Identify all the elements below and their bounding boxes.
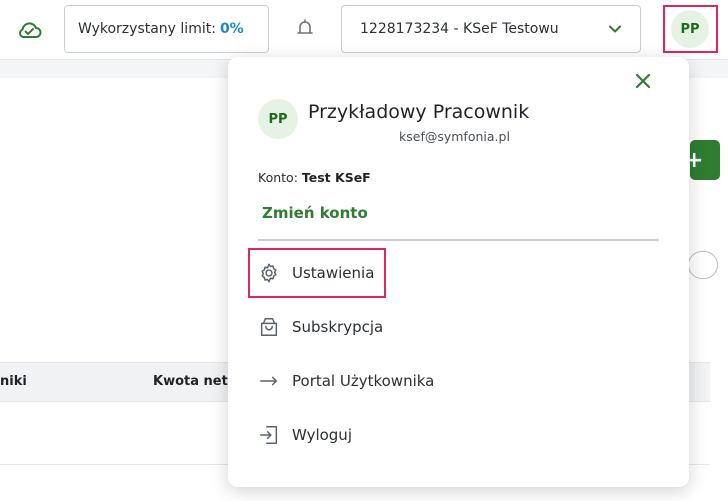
account-info: Konto: Test KSeF xyxy=(258,170,371,185)
close-icon[interactable] xyxy=(634,72,652,90)
account-value: Test KSeF xyxy=(301,170,371,185)
menu-item-label: Wyloguj xyxy=(292,426,352,444)
gear-icon xyxy=(261,263,277,283)
change-account-link[interactable]: Zmień konto xyxy=(262,204,368,222)
menu-divider xyxy=(258,239,659,241)
usage-limit-label: Wykorzystany limit: xyxy=(78,21,216,37)
user-email: ksef@symfonia.pl xyxy=(399,129,510,144)
bell-icon[interactable] xyxy=(296,18,314,38)
account-label: Konto: xyxy=(258,170,298,185)
filter-pill[interactable] xyxy=(688,251,718,279)
user-avatar-button[interactable]: PP xyxy=(671,10,709,48)
usage-limit-box[interactable]: Wykorzystany limit: 0% xyxy=(64,5,269,53)
menu-item-settings[interactable]: Ustawienia xyxy=(258,257,658,289)
column-header-net-amount[interactable]: Kwota nett xyxy=(153,374,234,389)
menu-item-label: Ustawienia xyxy=(292,264,375,282)
menu-item-subscription[interactable]: Subskrypcja xyxy=(258,311,658,343)
column-header[interactable]: niki xyxy=(0,374,27,389)
cloud-check-icon[interactable] xyxy=(16,19,42,41)
company-select-value: 1228173234 - KSeF Testowu xyxy=(360,21,559,37)
top-bar: Wykorzystany limit: 0% 1228173234 - KSeF… xyxy=(0,0,728,60)
user-avatar: PP xyxy=(258,99,298,139)
usage-limit-value: 0% xyxy=(219,21,244,37)
arrow-right-icon xyxy=(260,376,278,386)
menu-item-user-portal[interactable]: Portal Użytkownika xyxy=(258,365,658,397)
logout-icon xyxy=(260,426,278,444)
user-name: Przykładowy Pracownik xyxy=(308,101,530,123)
company-select[interactable]: 1228173234 - KSeF Testowu xyxy=(341,5,641,53)
menu-item-label: Portal Użytkownika xyxy=(292,372,435,390)
chevron-down-icon xyxy=(609,25,621,33)
menu-item-label: Subskrypcja xyxy=(292,318,384,336)
menu-item-logout[interactable]: Wyloguj xyxy=(258,419,658,451)
shopping-bag-icon xyxy=(260,318,278,336)
